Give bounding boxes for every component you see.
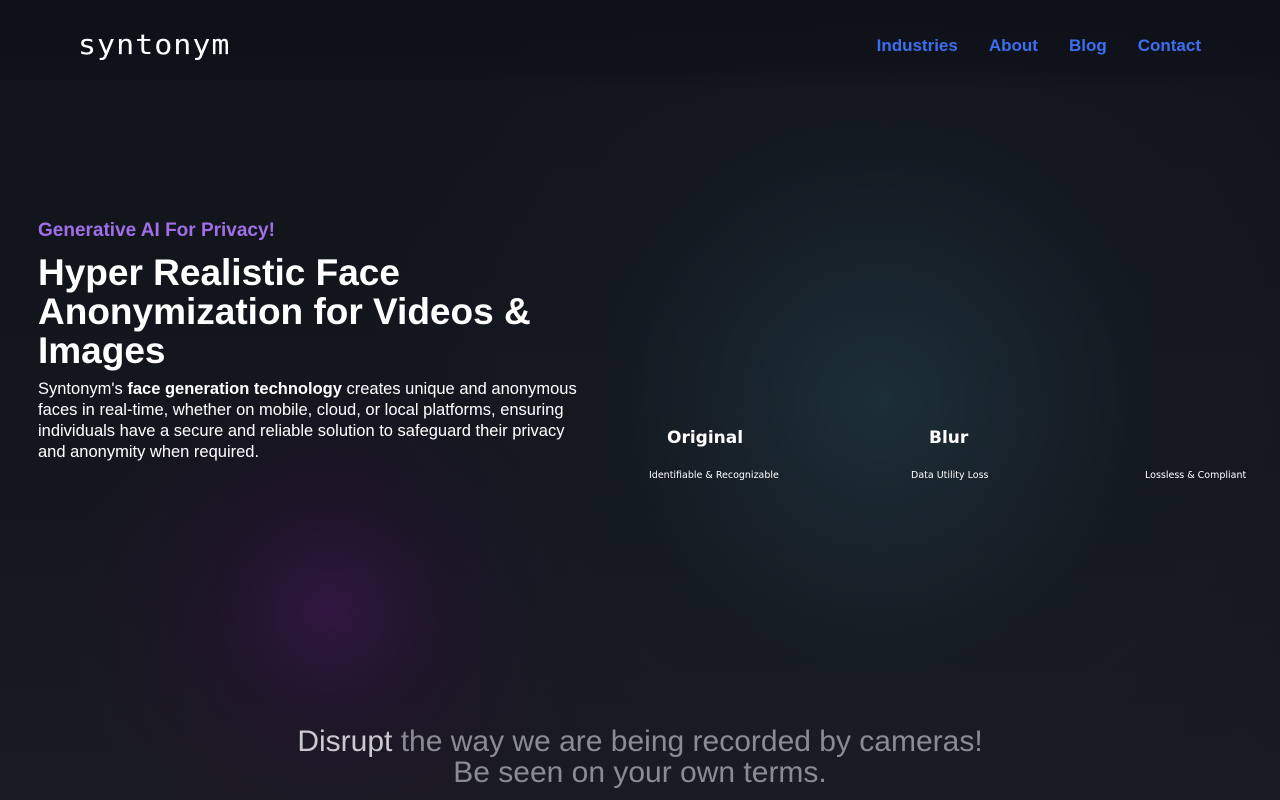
tagline-line-2: Be seen on your own terms. xyxy=(453,756,827,789)
hero-description: Syntonym's face generation technology cr… xyxy=(38,379,578,463)
nav-link-blog[interactable]: Blog xyxy=(1069,36,1107,56)
comparison-caption-blur: Data Utility Loss xyxy=(911,470,989,481)
site-header: syntonym Industries About Blog Contact xyxy=(0,0,1280,90)
comparison-caption-anonymized: Lossless & Compliant xyxy=(1145,470,1247,481)
hero-eyebrow: Generative AI For Privacy! xyxy=(38,220,275,241)
tagline-line-1-rest: the way we are being recorded by cameras… xyxy=(392,725,983,758)
tagline: Disrupt the way we are being recorded by… xyxy=(0,726,1280,788)
tagline-line-1: Disrupt the way we are being recorded by… xyxy=(0,726,1280,757)
tagline-highlight: Disrupt xyxy=(297,725,393,758)
main-nav: Industries About Blog Contact xyxy=(877,36,1201,56)
nav-link-industries[interactable]: Industries xyxy=(877,36,958,56)
comparison-caption-original: Identifiable & Recognizable xyxy=(649,470,779,481)
hero-description-prefix: Syntonym's xyxy=(38,380,128,398)
page: syntonym Industries About Blog Contact G… xyxy=(0,0,1280,800)
nav-link-contact[interactable]: Contact xyxy=(1138,36,1201,56)
comparison-label-original: Original xyxy=(667,428,744,448)
hero-headline: Hyper Realistic Face Anonymization for V… xyxy=(38,252,531,371)
hero-description-bold: face generation technology xyxy=(127,380,342,398)
nav-link-about[interactable]: About xyxy=(989,36,1038,56)
logo[interactable]: syntonym xyxy=(78,29,231,61)
comparison-label-blur: Blur xyxy=(929,428,969,448)
